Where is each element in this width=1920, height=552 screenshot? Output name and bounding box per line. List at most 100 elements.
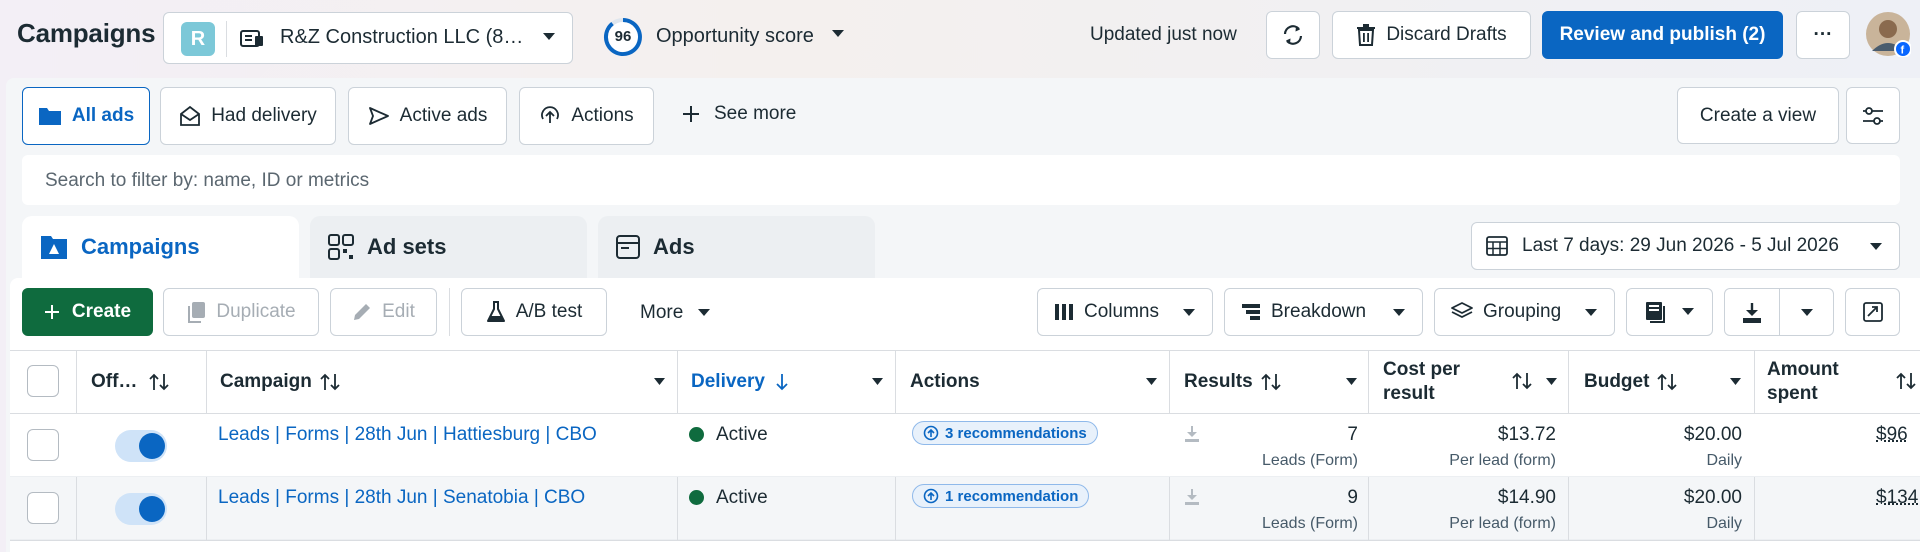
tab-ad-sets[interactable]: Ad sets <box>310 216 587 278</box>
campaign-name-link[interactable]: Leads | Forms | 28th Jun | Senatobia | C… <box>218 487 585 509</box>
view-active-ads-label: Active ads <box>400 105 488 127</box>
row-checkbox[interactable] <box>27 492 59 524</box>
account-selector[interactable]: R R&Z Construction LLC (8… <box>163 12 573 64</box>
column-header-cost-line2: result <box>1383 382 1460 406</box>
envelope-icon <box>179 105 201 127</box>
review-publish-button[interactable]: Review and publish (2) <box>1542 11 1783 59</box>
grid-icon <box>327 233 355 261</box>
sort-icon[interactable] <box>1512 372 1532 390</box>
ab-test-button[interactable]: A/B test <box>461 288 607 336</box>
chevron-down-icon <box>1800 308 1814 318</box>
create-button[interactable]: Create <box>22 288 153 336</box>
refresh-button[interactable] <box>1266 11 1320 59</box>
sort-icon <box>320 373 340 391</box>
grouping-button[interactable]: Grouping <box>1434 288 1615 336</box>
date-range-label: Last 7 days: 29 Jun 2026 - 5 Jul 2026 <box>1522 235 1839 257</box>
folder-icon <box>38 106 62 126</box>
divider <box>226 21 227 57</box>
recommendations-badge[interactable]: 3 recommendations <box>912 421 1098 445</box>
breakdown-button[interactable]: Breakdown <box>1224 288 1423 336</box>
results-type: Leads (Form) <box>1204 452 1358 470</box>
discard-drafts-button[interactable]: Discard Drafts <box>1332 11 1531 59</box>
arrow-up-circle-icon <box>539 105 561 127</box>
edit-button[interactable]: Edit <box>330 288 437 336</box>
sort-icon[interactable] <box>1896 372 1916 390</box>
send-icon <box>368 105 390 127</box>
column-header-cost-line1: Cost per <box>1383 358 1460 382</box>
select-all-checkbox[interactable] <box>27 365 59 397</box>
chevron-down-icon <box>1392 308 1406 318</box>
search-input[interactable]: Search to filter by: name, ID or metrics <box>22 155 1900 205</box>
column-header-off-on[interactable]: Off… <box>91 370 169 394</box>
view-actions[interactable]: Actions <box>519 87 654 145</box>
columns-button[interactable]: Columns <box>1037 288 1213 336</box>
create-view-button[interactable]: Create a view <box>1677 87 1839 144</box>
duplicate-button[interactable]: Duplicate <box>163 288 319 336</box>
view-active-ads[interactable]: Active ads <box>348 87 507 145</box>
columns-icon <box>1054 303 1074 321</box>
download-icon[interactable] <box>1184 425 1200 443</box>
download-icon <box>1742 302 1762 324</box>
divider <box>449 288 450 336</box>
column-menu-icon[interactable] <box>872 378 883 386</box>
opportunity-score-label[interactable]: Opportunity score <box>656 25 814 48</box>
campaign-toggle[interactable] <box>115 493 167 525</box>
ab-test-label: A/B test <box>516 301 583 323</box>
column-header-amount-spent[interactable]: Amount spent <box>1767 358 1839 406</box>
avatar[interactable]: f <box>1865 11 1911 57</box>
recommendations-badge[interactable]: 1 recommendation <box>912 484 1089 508</box>
view-all-ads-label: All ads <box>72 105 134 127</box>
budget-type: Daily <box>1580 515 1742 533</box>
tab-ads-label: Ads <box>653 234 695 260</box>
budget-value: $20.00 <box>1580 424 1742 446</box>
see-more-button[interactable]: See more <box>682 103 796 125</box>
tab-campaigns[interactable]: Campaigns <box>22 216 299 278</box>
download-icon[interactable] <box>1184 488 1200 506</box>
customize-button[interactable] <box>1846 87 1900 144</box>
tab-campaigns-label: Campaigns <box>81 234 200 260</box>
calendar-icon <box>1486 235 1508 257</box>
campaign-name-link[interactable]: Leads | Forms | 28th Jun | Hattiesburg |… <box>218 424 597 446</box>
arrow-up-circle-icon <box>923 488 939 504</box>
view-had-delivery[interactable]: Had delivery <box>160 87 336 145</box>
column-menu-icon[interactable] <box>1146 378 1157 386</box>
tab-ads[interactable]: Ads <box>598 216 875 278</box>
column-header-cost-per-result[interactable]: Cost per result <box>1383 358 1460 406</box>
opportunity-score-ring[interactable]: 96 <box>603 17 643 57</box>
column-menu-icon[interactable] <box>1730 378 1741 386</box>
search-placeholder: Search to filter by: name, ID or metrics <box>45 170 369 192</box>
results-value: 7 <box>1204 424 1358 446</box>
chevron-down-icon <box>1584 308 1598 318</box>
arrow-up-circle-icon <box>923 425 939 441</box>
layers-icon <box>1451 302 1473 322</box>
refresh-icon <box>1281 23 1305 47</box>
plus-icon <box>682 105 700 123</box>
column-header-spent-line2: spent <box>1767 382 1839 406</box>
column-menu-icon[interactable] <box>1346 378 1357 386</box>
column-header-campaign[interactable]: Campaign <box>220 370 340 394</box>
plus-icon <box>44 304 60 320</box>
column-header-results[interactable]: Results <box>1184 370 1281 394</box>
column-header-budget[interactable]: Budget <box>1584 370 1677 394</box>
results-type: Leads (Form) <box>1204 515 1358 533</box>
account-name: R&Z Construction LLC (8… <box>280 26 523 49</box>
more-menu-button[interactable]: More <box>640 302 711 324</box>
column-menu-icon[interactable] <box>654 378 665 386</box>
column-header-actions[interactable]: Actions <box>910 370 980 394</box>
campaign-toggle[interactable] <box>115 430 167 462</box>
reports-button[interactable] <box>1626 288 1713 336</box>
row-checkbox[interactable] <box>27 429 59 461</box>
reports-icon <box>1645 301 1667 323</box>
chevron-down-icon[interactable] <box>831 29 845 39</box>
more-options-button[interactable]: ··· <box>1796 11 1850 59</box>
view-all-ads[interactable]: All ads <box>22 87 150 145</box>
pencil-icon <box>352 302 372 322</box>
column-header-campaign-label: Campaign <box>220 370 312 394</box>
chevron-down-icon <box>1681 307 1695 317</box>
export-split-button[interactable] <box>1724 288 1834 336</box>
open-reports-button[interactable] <box>1845 288 1900 336</box>
more-icon: ··· <box>1814 24 1833 46</box>
date-range-picker[interactable]: Last 7 days: 29 Jun 2026 - 5 Jul 2026 <box>1471 222 1900 270</box>
column-header-delivery[interactable]: Delivery <box>691 370 789 394</box>
column-menu-icon[interactable] <box>1546 378 1557 386</box>
